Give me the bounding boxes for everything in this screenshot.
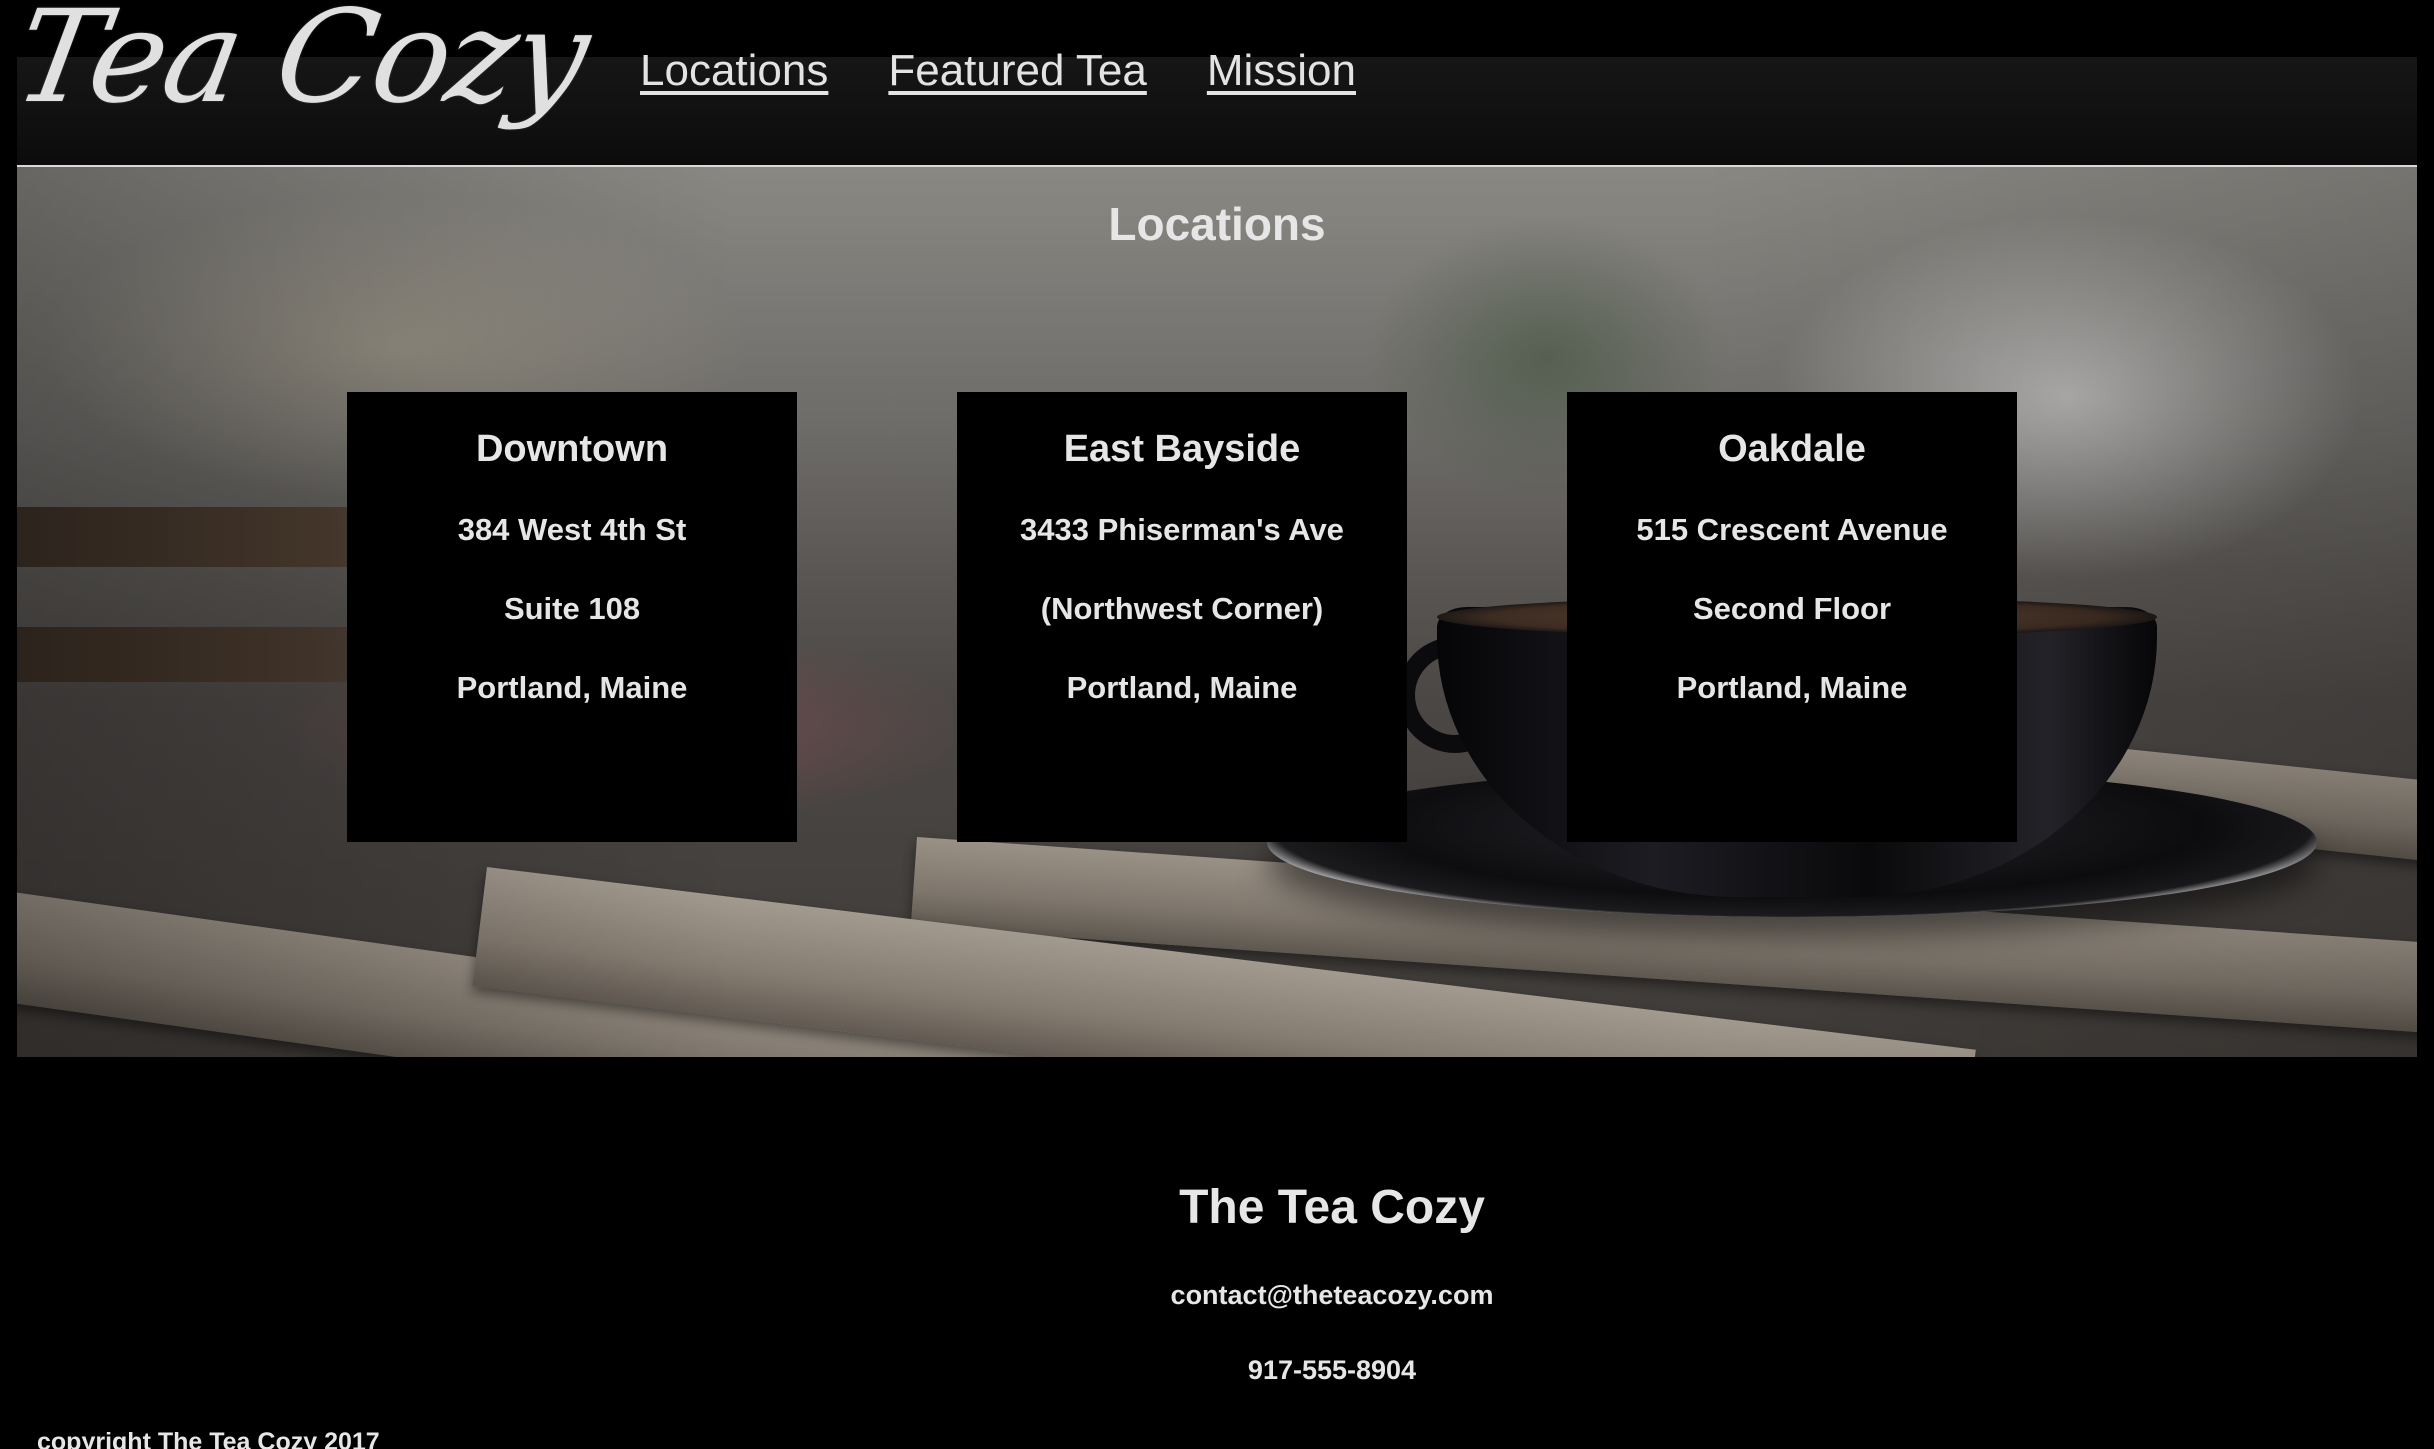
locations-heading: Locations [1108, 198, 1326, 250]
location-card-downtown: Downtown 384 West 4th St Suite 108 Portl… [347, 392, 797, 842]
main-nav: Locations Featured Tea Mission [640, 46, 1356, 96]
location-card-oakdale: Oakdale 515 Crescent Avenue Second Floor… [1567, 392, 2017, 842]
footer-title: The Tea Cozy [1179, 1181, 1485, 1234]
site-header: Tea Cozy Locations Featured Tea Mission [0, 0, 2434, 167]
copyright-text: copyright The Tea Cozy 2017 [37, 1428, 380, 1449]
location-card-east-bayside: East Bayside 3433 Phiserman's Ave (North… [957, 392, 1407, 842]
location-name: East Bayside [1063, 428, 1301, 470]
location-address-line: Suite 108 [503, 591, 641, 626]
nav-link-locations[interactable]: Locations [640, 46, 828, 96]
page: Tea Cozy Locations Featured Tea Mission … [0, 0, 2434, 1449]
location-address-line: Portland, Maine [1676, 670, 1908, 705]
nav-link-featured-tea[interactable]: Featured Tea [888, 46, 1146, 96]
location-address-line: Second Floor [1692, 591, 1892, 626]
location-name: Oakdale [1718, 428, 1866, 470]
location-address-line: Portland, Maine [1066, 670, 1298, 705]
contact-phone: 917-555-8904 [1247, 1355, 1417, 1385]
location-name: Downtown [475, 428, 669, 470]
site-logo[interactable]: Tea Cozy [5, 0, 598, 132]
nav-link-mission[interactable]: Mission [1207, 46, 1356, 96]
location-address-line: 515 Crescent Avenue [1636, 512, 1948, 547]
locations-section: Locations Downtown 384 West 4th St Suite… [17, 167, 2417, 1057]
location-address-line: 3433 Phiserman's Ave [1020, 512, 1344, 547]
location-address-line: Portland, Maine [456, 670, 688, 705]
location-address-line: (Northwest Corner) [1040, 591, 1324, 626]
contact-email: contact@theteacozy.com [1170, 1280, 1494, 1310]
location-address-line: 384 West 4th St [457, 512, 687, 547]
